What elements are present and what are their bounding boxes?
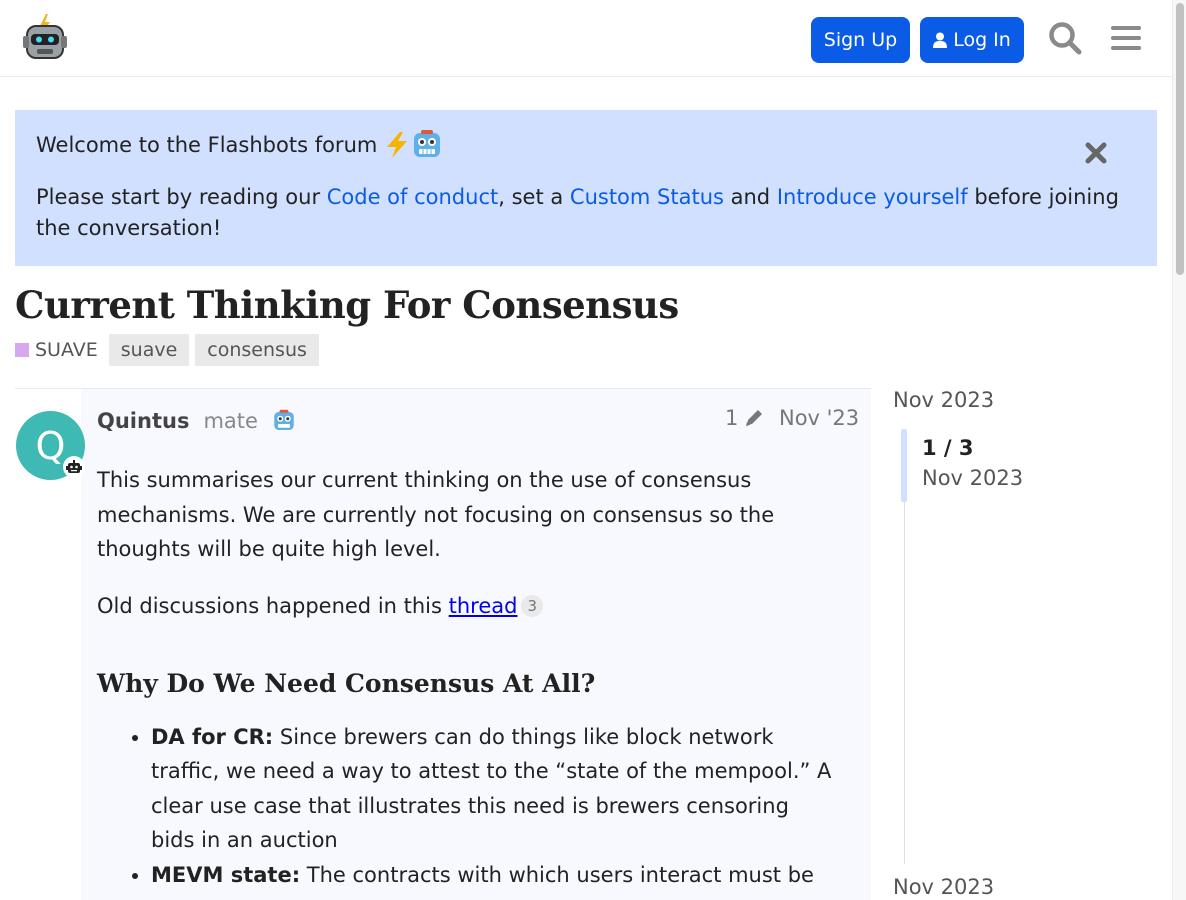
banner-text-part: Please start by reading our: [36, 185, 327, 209]
list-item-term: DA for CR:: [151, 724, 274, 749]
log-in-label: Log In: [953, 29, 1011, 51]
sign-up-label: Sign Up: [823, 29, 898, 51]
pencil-icon: [746, 410, 763, 426]
timeline-handle[interactable]: [901, 429, 907, 502]
post-bullet-list: DA for CR: Since brewers can do things l…: [151, 720, 837, 893]
category-name: SUAVE: [35, 339, 98, 361]
robot-flair-icon: [274, 409, 294, 430]
timeline-position-date: Nov 2023: [922, 466, 1024, 490]
timeline-start-date[interactable]: Nov 2023: [893, 388, 994, 412]
post-paragraph-2: Old discussions happened in this thread 3: [97, 589, 837, 624]
post-heading: Why Do We Need Consensus At All?: [97, 669, 596, 698]
timeline-end-date[interactable]: Nov 2023: [893, 875, 994, 899]
paragraph-text: Old discussions happened in this: [97, 593, 449, 618]
post-username[interactable]: Quintus: [97, 409, 189, 433]
site-logo[interactable]: [22, 12, 68, 62]
post-content: This summarises our current thinking on …: [97, 463, 837, 892]
site-header: Sign Up Log In: [0, 0, 1172, 77]
custom-status-link[interactable]: Custom Status: [570, 185, 724, 209]
thread-link[interactable]: thread: [449, 594, 518, 618]
category-badge[interactable]: SUAVE: [15, 339, 98, 361]
topic-title[interactable]: Current Thinking For Consensus: [15, 283, 679, 327]
tag-suave[interactable]: suave: [108, 334, 190, 366]
category-color-square: [15, 343, 29, 357]
list-item: MEVM state: The contracts with which use…: [151, 858, 837, 893]
introduce-yourself-link[interactable]: Introduce yourself: [777, 185, 968, 209]
user-icon: [933, 32, 948, 48]
banner-text-part: , set a: [498, 185, 570, 209]
post-paragraph-1: This summarises our current thinking on …: [97, 468, 775, 561]
timeline-position: 1 / 3: [922, 436, 974, 460]
banner-message: Please start by reading our Code of cond…: [36, 182, 1136, 244]
search-icon[interactable]: [1047, 20, 1083, 56]
list-item: DA for CR: Since brewers can do things l…: [151, 720, 837, 858]
log-in-button[interactable]: Log In: [920, 17, 1024, 63]
post-user-title: mate: [203, 409, 258, 433]
robot-badge-icon: [66, 460, 82, 473]
banner-title: Welcome to the Flashbots forum: [36, 130, 443, 160]
close-icon[interactable]: [1085, 142, 1107, 164]
sign-up-button[interactable]: Sign Up: [811, 17, 910, 63]
edit-history-button[interactable]: 1: [725, 406, 764, 430]
page-scrollbar[interactable]: [1172, 0, 1186, 900]
banner-text-part: and: [723, 185, 777, 209]
list-item-text: The contracts with which users interact …: [300, 862, 814, 887]
hamburger-menu-icon[interactable]: [1108, 20, 1144, 56]
list-item-term: MEVM state:: [151, 862, 301, 887]
bot-badge: [63, 456, 85, 478]
post-meta: Quintus mate 1 Nov '23: [97, 406, 859, 436]
post-body: Quintus mate 1 Nov '23 This summarises o…: [81, 389, 871, 900]
topic-tags: SUAVE suave consensus: [15, 334, 325, 366]
tag-consensus[interactable]: consensus: [195, 334, 319, 366]
scrollbar-thumb[interactable]: [1176, 3, 1184, 275]
banner-emojis: [383, 130, 443, 160]
banner-title-text: Welcome to the Flashbots forum: [36, 133, 378, 157]
post-date[interactable]: Nov '23: [779, 406, 859, 430]
edit-count: 1: [725, 406, 739, 430]
code-of-conduct-link[interactable]: Code of conduct: [327, 185, 498, 209]
robot-emoji-icon: [414, 130, 441, 157]
robot-logo-icon: [23, 14, 67, 59]
link-click-count: 3: [521, 594, 544, 617]
lightning-bolt-icon: [387, 132, 408, 158]
welcome-banner: Welcome to the Flashbots forum Please st…: [15, 110, 1157, 266]
